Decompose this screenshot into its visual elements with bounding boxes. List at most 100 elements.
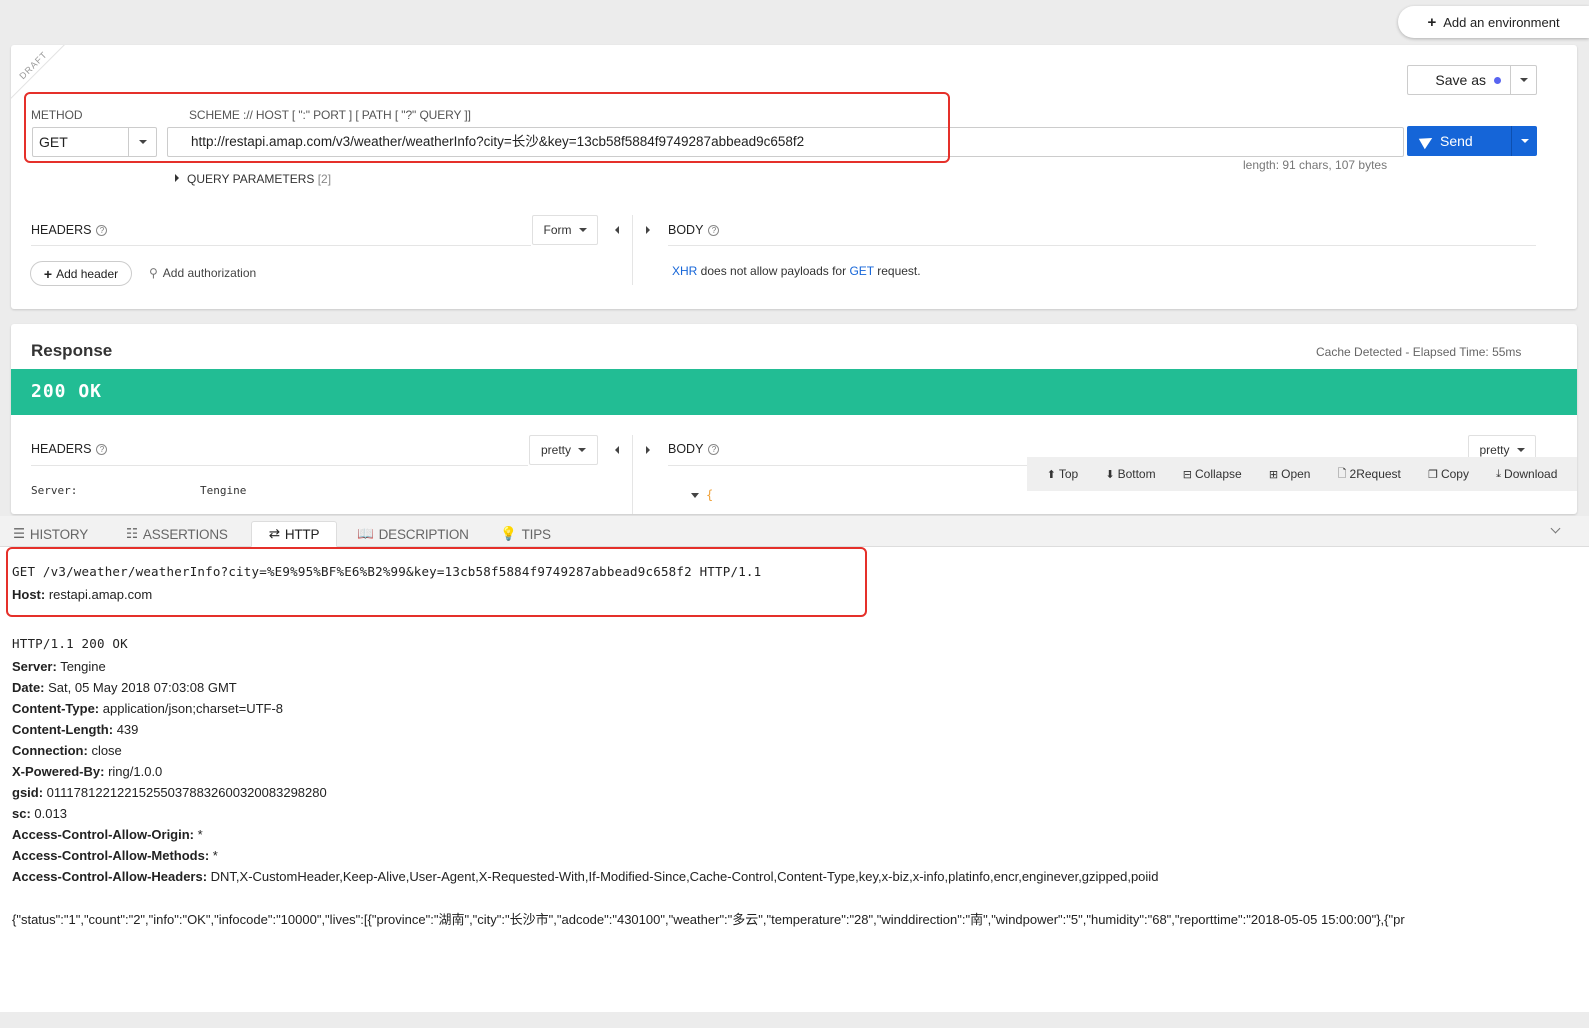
lightbulb-icon: 💡 (500, 526, 517, 541)
header-name: Date: (12, 680, 45, 695)
download-label: Download (1504, 467, 1558, 481)
body-msg-text: does not allow payloads for (697, 264, 850, 278)
tab-assertions-label: ASSERTIONS (142, 526, 228, 542)
response-header-line: Date: Sat, 05 May 2018 07:03:08 GMT (12, 680, 237, 695)
response-body-raw: {"status":"1","count":"2","info":"OK","i… (12, 912, 1405, 927)
minus-square-icon: ⊟ (1182, 468, 1192, 481)
save-as-button[interactable]: Save as (1407, 65, 1537, 95)
download-button[interactable]: ⤓ Download (1496, 467, 1557, 481)
header-value: 439 (113, 722, 139, 737)
response-header-line: Server: Tengine (12, 659, 106, 674)
send-label: Send (1440, 133, 1473, 149)
arrow-down-circle-icon: ⬇ (1105, 468, 1115, 481)
collapse-right-icon[interactable] (646, 226, 650, 234)
to-request-label: 2Request (1349, 467, 1401, 481)
response-header-line: Content-Type: application/json;charset=U… (12, 701, 283, 716)
top-button[interactable]: ⬆ Top (1047, 467, 1079, 481)
paper-plane-icon (1418, 132, 1436, 150)
headers-mode-select[interactable]: Form (532, 215, 598, 245)
collapse-left-icon[interactable] (615, 446, 619, 454)
response-header-line: Content-Length: 439 (12, 722, 138, 737)
header-name: Access-Control-Allow-Methods: (12, 848, 210, 863)
response-body-toolbar: ⬆ Top ⬇ Bottom ⊟ Collapse ⊞ Open 🗋 2Request ❐… (1027, 457, 1577, 491)
request-body-title: BODY? (668, 223, 720, 237)
response-header-line: Access-Control-Allow-Methods: * (12, 848, 218, 863)
response-header-name: Server: (31, 484, 78, 497)
query-parameters-toggle[interactable]: QUERY PARAMETERS [2] (175, 172, 331, 186)
header-value: DNT,X-CustomHeader,Keep-Alive,User-Agent… (207, 869, 1159, 884)
xhr-link[interactable]: XHR (672, 264, 697, 278)
tab-assertions[interactable]: ☷ ASSERTIONS (126, 521, 228, 547)
help-icon[interactable]: ? (708, 443, 720, 455)
tab-http[interactable]: ⇄ HTTP (251, 521, 337, 547)
divider (632, 215, 633, 285)
header-value: ring/1.0.0 (104, 764, 163, 779)
collapse-right-icon[interactable] (646, 446, 650, 454)
response-headers-mode-select[interactable]: pretty (529, 435, 598, 465)
caret-down-icon (578, 228, 587, 232)
header-name: sc: (12, 806, 31, 821)
bottom-label: Bottom (1117, 467, 1156, 481)
json-open-brace: { (706, 488, 714, 502)
help-icon[interactable]: ? (96, 443, 108, 455)
header-name: Content-Length: (12, 722, 114, 737)
plus-icon: + (1427, 13, 1437, 31)
help-icon[interactable]: ? (708, 224, 720, 236)
body-msg-end: request. (873, 264, 921, 278)
divider (668, 245, 1536, 246)
add-header-button[interactable]: + Add header (30, 261, 132, 286)
response-header-line: Access-Control-Allow-Headers: DNT,X-Cust… (12, 869, 1158, 884)
get-link[interactable]: GET (849, 264, 873, 278)
tab-http-label: HTTP (284, 526, 320, 542)
status-bar: 200 OK (11, 369, 1577, 415)
to-request-button[interactable]: 🗋 2Request (1338, 465, 1401, 484)
caret-down-icon (1516, 448, 1525, 452)
query-parameters-label: QUERY PARAMETERS (187, 172, 315, 186)
response-header-line: Access-Control-Allow-Origin: * (12, 827, 203, 842)
add-authorization-label: Add authorization (162, 266, 257, 280)
add-environment-button[interactable]: + Add an environment (1398, 6, 1589, 38)
collapse-left-icon[interactable] (615, 226, 619, 234)
open-button[interactable]: ⊞ Open (1269, 467, 1311, 481)
help-icon[interactable]: ? (96, 224, 108, 236)
header-value: application/json;charset=UTF-8 (99, 701, 284, 716)
divider (31, 465, 528, 466)
request-headers-label: HEADERS (31, 223, 92, 237)
header-name: Content-Type: (12, 701, 100, 716)
bottom-button[interactable]: ⬇ Bottom (1105, 467, 1155, 481)
send-button[interactable]: Send (1407, 126, 1537, 156)
unsaved-dot-icon (1494, 76, 1501, 84)
plus-icon: + (43, 265, 53, 282)
open-label: Open (1281, 467, 1311, 481)
status-line: HTTP/1.1 200 OK (12, 636, 128, 651)
chevron-down-icon[interactable] (1550, 523, 1561, 534)
send-dropdown-toggle[interactable] (1511, 126, 1537, 156)
caret-down-icon (1519, 78, 1528, 82)
tab-description[interactable]: 📖 DESCRIPTION (357, 521, 469, 547)
bottom-tabs: ☰ HISTORY ☷ ASSERTIONS ⇄ HTTP 📖 DESCRIPTION … (0, 516, 1589, 547)
response-header-line: gsid: 0111781221221525503788326003200832… (12, 785, 327, 800)
header-value: Sat, 05 May 2018 07:03:08 GMT (44, 680, 237, 695)
request-body-label: BODY (668, 223, 704, 237)
checklist-icon: ☷ (126, 526, 138, 541)
save-as-label: Save as (1435, 72, 1486, 88)
collapse-button[interactable]: ⊟ Collapse (1183, 467, 1242, 481)
save-as-dropdown-toggle[interactable] (1510, 66, 1536, 94)
header-name: Access-Control-Allow-Origin: (12, 827, 195, 842)
copy-icon: ❐ (1428, 468, 1438, 481)
response-title: Response (31, 341, 113, 360)
tab-history[interactable]: ☰ HISTORY (13, 521, 88, 547)
tab-tips[interactable]: 💡 TIPS (500, 521, 551, 547)
response-card: Response Cache Detected - Elapsed Time: … (11, 324, 1577, 514)
response-body-mode-value: pretty (1479, 443, 1510, 457)
collapse-label: Collapse (1195, 467, 1242, 481)
add-environment-label: Add an environment (1443, 14, 1560, 30)
list-icon: ☰ (13, 526, 25, 541)
copy-button[interactable]: ❐ Copy (1428, 467, 1469, 481)
header-name: Access-Control-Allow-Headers: (12, 869, 208, 884)
divider (31, 245, 531, 246)
exchange-icon: ⇄ (268, 526, 280, 541)
add-authorization-link[interactable]: ⚲ Add authorization (149, 266, 256, 280)
caret-down-icon (691, 492, 699, 498)
json-root-toggle[interactable]: { (691, 488, 713, 502)
